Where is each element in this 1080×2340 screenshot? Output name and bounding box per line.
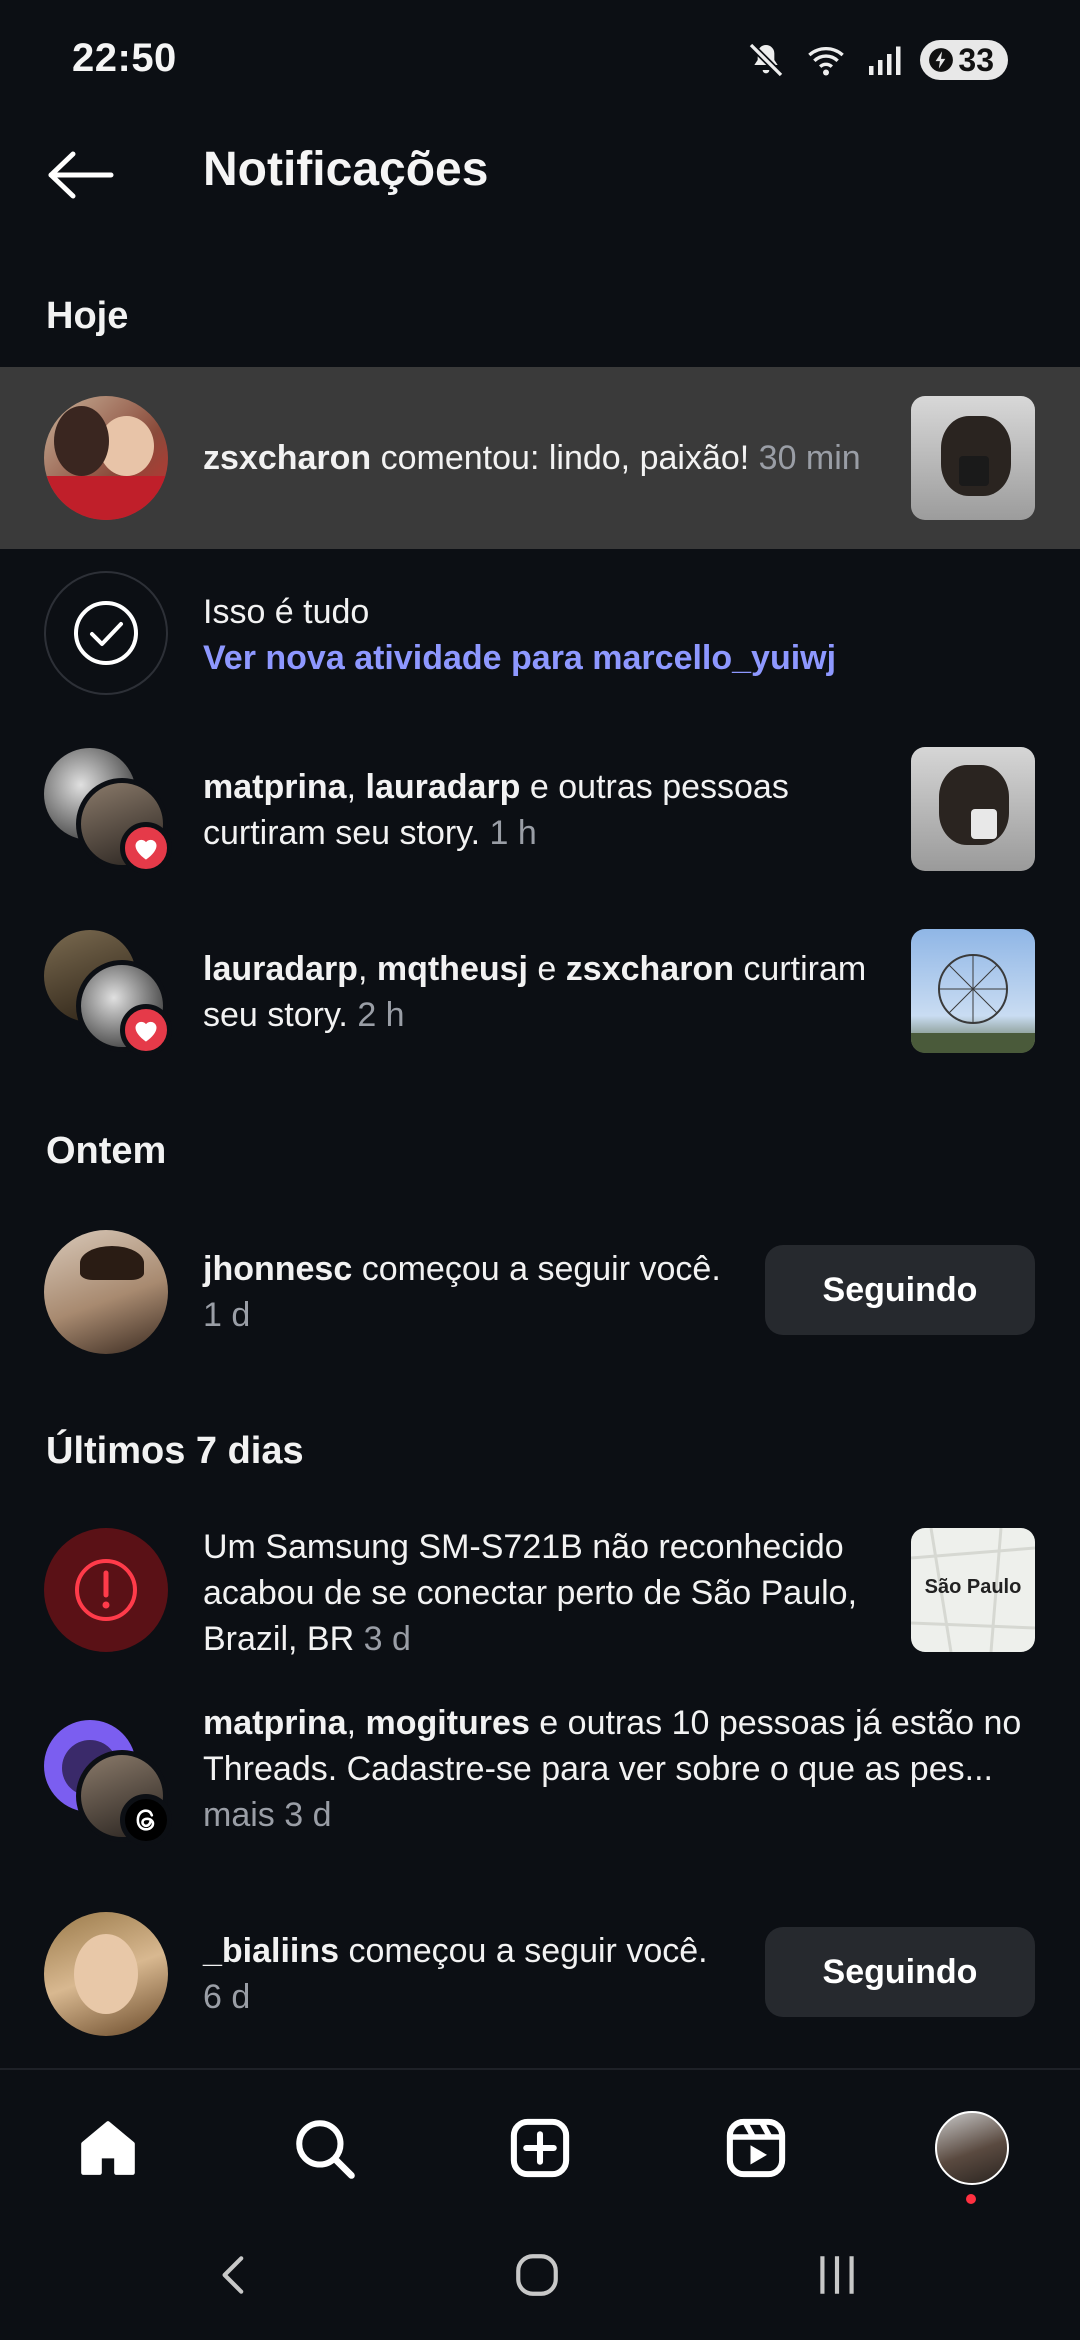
notification-text: matprina, mogitures e outras 10 pessoas …: [203, 1700, 1021, 1838]
notification-message: comentou: lindo, paixão!: [371, 439, 750, 477]
notification-threads[interactable]: matprina, mogitures e outras 10 pessoas …: [0, 1700, 1080, 1860]
battery-level: 33: [958, 41, 994, 78]
notification-text: _bialiins começou a seguir você. 6 d: [203, 1928, 708, 2020]
username[interactable]: zsxcharon: [203, 439, 371, 477]
notification-message: e outras pessoas: [520, 768, 789, 806]
alert-icon: [44, 1528, 168, 1652]
notification-message: seu story.: [203, 996, 348, 1034]
notification-comment[interactable]: zsxcharon comentou: lindo, paixão! 30 mi…: [0, 367, 1080, 549]
notification-message: curtiram: [733, 950, 867, 988]
story-thumbnail[interactable]: [911, 747, 1035, 871]
notification-follow[interactable]: jhonnesc começou a seguir você. 1 d Segu…: [0, 1228, 1080, 1358]
section-last-7-days: Últimos 7 dias: [46, 1430, 304, 1472]
notification-text: Um Samsung SM-S721B não reconhecido acab…: [203, 1524, 857, 1662]
mute-icon: [749, 42, 784, 78]
timestamp: 3 d: [274, 1796, 332, 1834]
username[interactable]: zsxcharon: [566, 950, 734, 988]
system-recents-icon[interactable]: [812, 2250, 862, 2305]
following-button[interactable]: Seguindo: [765, 1927, 1035, 2017]
timestamp: 30 min: [749, 439, 861, 477]
profile-avatar[interactable]: [932, 2108, 1012, 2204]
avatar[interactable]: [44, 396, 168, 520]
notification-text: matprina, lauradarp e outras pessoas cur…: [203, 764, 789, 856]
reels-icon[interactable]: [716, 2108, 796, 2188]
map-label: São Paulo: [924, 1576, 1022, 1598]
following-button[interactable]: Seguindo: [765, 1245, 1035, 1335]
timestamp: 2 h: [347, 996, 405, 1034]
notification-story-likes[interactable]: matprina, lauradarp e outras pessoas cur…: [0, 740, 1080, 890]
separator: ,: [346, 1704, 366, 1742]
new-activity-link[interactable]: Ver nova atividade para marcello_yuiwj: [203, 635, 836, 681]
notification-text: jhonnesc começou a seguir você. 1 d: [203, 1246, 721, 1338]
status-time: 22:50: [72, 36, 177, 80]
separator: ,: [357, 950, 377, 988]
create-icon[interactable]: [500, 2108, 580, 2188]
map-thumbnail[interactable]: São Paulo: [911, 1528, 1035, 1652]
notification-caught-up[interactable]: Isso é tudo Ver nova atividade para marc…: [0, 567, 1080, 697]
timestamp: 6 d: [203, 1978, 251, 2016]
heart-icon: [135, 839, 157, 860]
story-thumbnail[interactable]: [911, 929, 1035, 1053]
heart-badge: [120, 1004, 172, 1056]
username[interactable]: matprina: [203, 1704, 347, 1742]
threads-icon: [136, 1809, 155, 1831]
notification-text: Isso é tudo Ver nova atividade para marc…: [203, 589, 836, 681]
separator: e: [527, 950, 566, 988]
arrow-left-icon: [48, 151, 114, 199]
username[interactable]: _bialiins: [203, 1932, 339, 1970]
username[interactable]: mogitures: [366, 1704, 530, 1742]
notification-dot: [966, 2194, 976, 2204]
caught-up-title: Isso é tudo: [203, 593, 370, 631]
notification-story-likes[interactable]: lauradarp, mqtheusj e zsxcharon curtiram…: [0, 922, 1080, 1072]
notification-text: lauradarp, mqtheusj e zsxcharon curtiram…: [203, 946, 866, 1038]
separator: ,: [346, 768, 366, 806]
status-icons: 33: [746, 36, 1008, 84]
battery-indicator: 33: [920, 40, 1008, 80]
timestamp: 1 h: [480, 814, 537, 852]
username[interactable]: jhonnesc: [203, 1250, 352, 1288]
notification-text: zsxcharon comentou: lindo, paixão! 30 mi…: [203, 435, 861, 481]
notification-message: e outras 10 pessoas já estão no: [529, 1704, 1022, 1742]
username[interactable]: matprina: [203, 768, 347, 806]
system-nav-bar: [0, 2210, 1080, 2340]
alert-line-1: Um Samsung SM-S721B não reconhecido: [203, 1528, 844, 1566]
wifi-icon: [808, 47, 845, 76]
notification-login-alert[interactable]: Um Samsung SM-S721B não reconhecido acab…: [0, 1520, 1080, 1670]
section-today: Hoje: [46, 295, 129, 337]
page-title: Notificações: [203, 143, 489, 196]
system-home-icon[interactable]: [512, 2250, 562, 2305]
checkmark-circle-icon: [44, 571, 168, 695]
notification-message: começou a seguir você.: [339, 1932, 708, 1970]
section-yesterday: Ontem: [46, 1130, 167, 1172]
home-icon[interactable]: [68, 2108, 148, 2188]
story-thumbnail[interactable]: [911, 396, 1035, 520]
threads-badge: [120, 1794, 172, 1846]
system-back-icon[interactable]: [210, 2250, 260, 2305]
heart-icon: [135, 1021, 157, 1042]
timestamp: 1 d: [203, 1296, 251, 1334]
alert-line-2: acabou de se conectar perto de São Paulo…: [203, 1574, 858, 1612]
charging-icon: [929, 48, 954, 72]
notification-message: Threads. Cadastre-se para ver sobre o qu…: [203, 1750, 993, 1788]
notification-follow[interactable]: _bialiins começou a seguir você. 6 d Seg…: [0, 1910, 1080, 2040]
timestamp: 3 d: [354, 1620, 411, 1658]
alert-line-3: Brazil, BR: [203, 1620, 355, 1658]
heart-badge: [120, 822, 172, 874]
avatar[interactable]: [44, 1230, 168, 1354]
username[interactable]: lauradarp: [366, 768, 521, 806]
username[interactable]: lauradarp: [203, 950, 358, 988]
notification-message: curtiram seu story.: [203, 814, 481, 852]
search-icon[interactable]: [284, 2108, 364, 2188]
notification-message: começou a seguir você.: [352, 1250, 721, 1288]
avatar[interactable]: [44, 1912, 168, 2036]
more-link[interactable]: mais: [203, 1796, 275, 1834]
username[interactable]: mqtheusj: [377, 950, 528, 988]
back-button[interactable]: [40, 140, 120, 210]
signal-icon: [869, 46, 901, 75]
bottom-nav: [0, 2068, 1080, 2208]
